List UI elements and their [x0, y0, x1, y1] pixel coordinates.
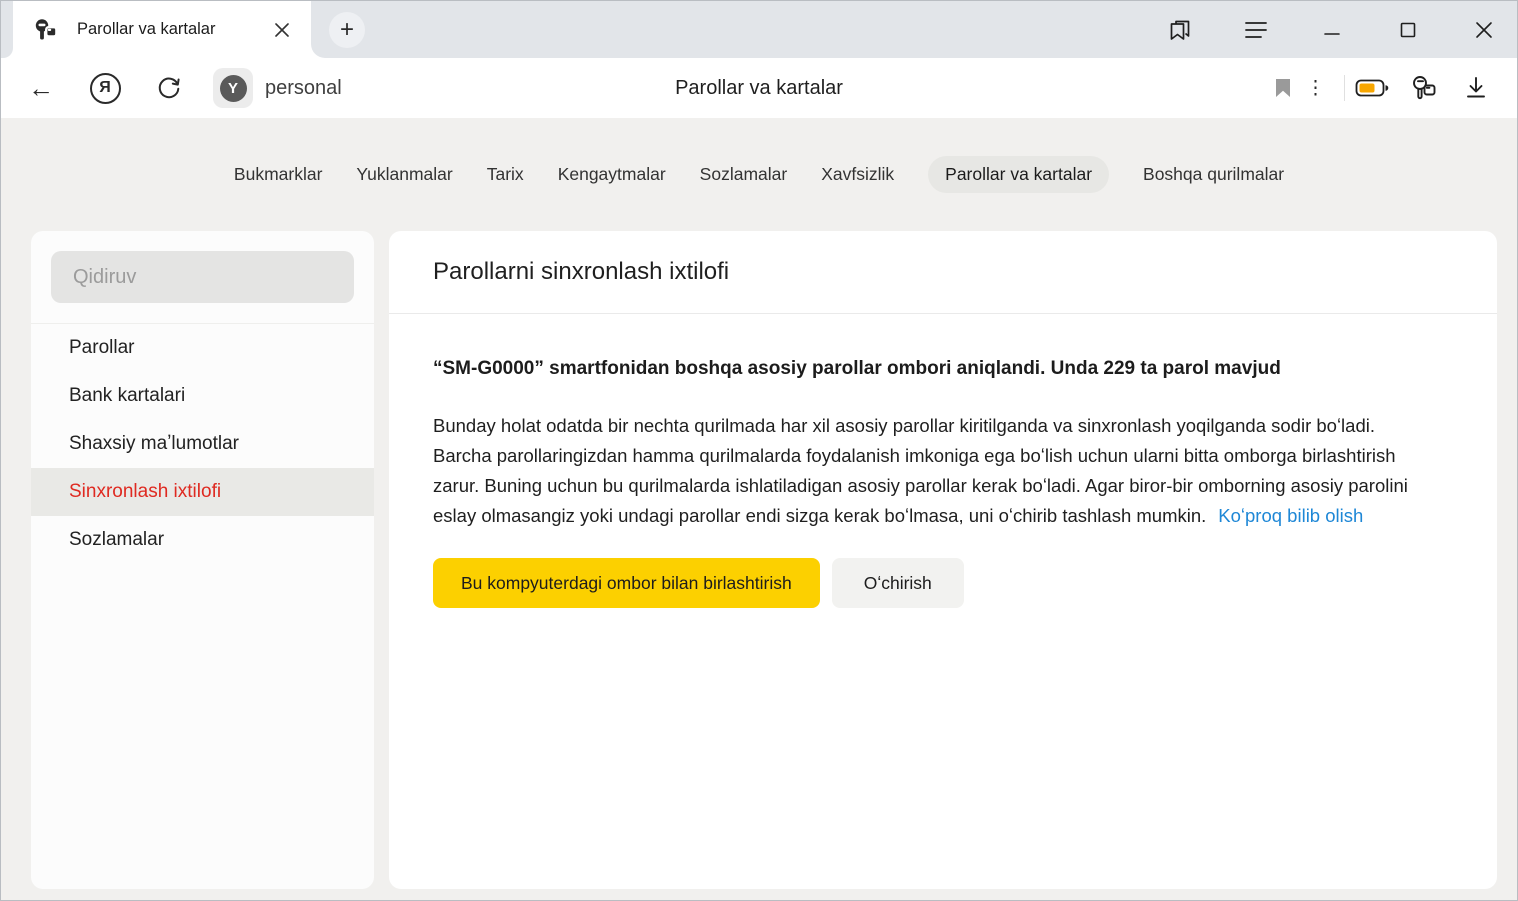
- passwords-key-favicon-icon: [33, 17, 59, 43]
- sidebar-item-settings[interactable]: Sozlamalar: [31, 516, 374, 564]
- search-box: [51, 251, 354, 303]
- sidebar-item-label: Sinxronlash ixtilofi: [69, 481, 221, 503]
- conflict-paragraph-1: Bunday holat odatda bir nechta qurilmada…: [433, 411, 1437, 441]
- nav-tab-bookmarks[interactable]: Bukmarklar: [234, 156, 323, 193]
- battery-icon: [1355, 78, 1389, 98]
- sidebar: Parollar Bank kartalari Shaxsiy maʼlumot…: [31, 231, 374, 889]
- settings-nav-row: Bukmarklar Yuklanmalar Tarix Kengaytmala…: [1, 118, 1517, 231]
- nav-tab-settings[interactable]: Sozlamalar: [700, 156, 788, 193]
- profile-chip[interactable]: Y personal: [213, 68, 342, 108]
- window-close-icon[interactable]: [1469, 15, 1499, 45]
- kebab-icon: ⋮: [1306, 77, 1328, 100]
- download-icon: [1465, 76, 1487, 100]
- yandex-logo-icon: Я: [90, 73, 121, 104]
- tab-bar: Parollar va kartalar +: [1, 1, 1517, 58]
- conflict-heading: “SM-G0000” smartfonidan boshqa asosiy pa…: [433, 354, 1413, 384]
- action-buttons: Bu kompyuterdagi ombor bilan birlashtiri…: [433, 558, 1437, 608]
- tab-title: Parollar va kartalar: [77, 20, 267, 39]
- main-panel: Parollarni sinxronlash ixtilofi “SM-G000…: [389, 231, 1497, 889]
- settings-nav-tabs: Bukmarklar Yuklanmalar Tarix Kengaytmala…: [234, 156, 1284, 193]
- nav-tab-history[interactable]: Tarix: [487, 156, 524, 193]
- nav-tab-passwords-cards[interactable]: Parollar va kartalar: [928, 156, 1109, 193]
- main-header: Parollarni sinxronlash ixtilofi: [389, 231, 1497, 314]
- sidebar-item-sync-conflict[interactable]: Sinxronlash ixtilofi: [31, 468, 374, 516]
- nav-tab-security[interactable]: Xavfsizlik: [821, 156, 894, 193]
- profile-name: personal: [265, 77, 342, 100]
- window-minimize-icon[interactable]: [1317, 15, 1347, 45]
- downloads-button[interactable]: [1459, 71, 1493, 105]
- browser-window: Parollar va kartalar +: [0, 0, 1518, 901]
- more-options-button[interactable]: ⋮: [1300, 71, 1334, 105]
- learn-more-link[interactable]: Koʻproq bilib olish: [1218, 505, 1363, 526]
- sync-conflict-content: “SM-G0000” smartfonidan boshqa asosiy pa…: [389, 314, 1497, 608]
- reload-icon: [156, 75, 182, 101]
- nav-tab-downloads[interactable]: Yuklanmalar: [356, 156, 452, 193]
- browser-toolbar: Parollar va kartalar ← Я Y personal: [1, 58, 1517, 118]
- sidebar-item-bank-cards[interactable]: Bank kartalari: [31, 372, 374, 420]
- yandex-home-button[interactable]: Я: [87, 70, 123, 106]
- battery-button[interactable]: [1355, 71, 1389, 105]
- passwords-key-icon: [1410, 74, 1438, 102]
- merge-vault-button[interactable]: Bu kompyuterdagi ombor bilan birlashtiri…: [433, 558, 820, 608]
- conflict-description: Bunday holat odatda bir nechta qurilmada…: [433, 411, 1437, 531]
- toolbar-left-group: ← Я Y personal: [23, 68, 342, 108]
- nav-tab-extensions[interactable]: Kengaytmalar: [558, 156, 666, 193]
- sidebar-item-label: Bank kartalari: [69, 385, 185, 407]
- bookmark-button[interactable]: [1266, 71, 1300, 105]
- plus-icon: +: [340, 16, 354, 44]
- nav-tab-other-devices[interactable]: Boshqa qurilmalar: [1143, 156, 1284, 193]
- back-button[interactable]: ←: [23, 70, 59, 106]
- search-input[interactable]: [51, 251, 354, 303]
- back-arrow-icon: ←: [28, 75, 54, 101]
- window-maximize-icon[interactable]: [1393, 15, 1423, 45]
- browser-tab[interactable]: Parollar va kartalar: [13, 1, 311, 58]
- menu-hamburger-icon[interactable]: [1241, 15, 1271, 45]
- sidebar-item-label: Shaxsiy maʼlumotlar: [69, 433, 239, 455]
- sidebar-item-passwords[interactable]: Parollar: [31, 324, 374, 372]
- window-controls: [1165, 1, 1499, 58]
- section-title: Parollarni sinxronlash ixtilofi: [433, 258, 729, 286]
- sidebar-list: Parollar Bank kartalari Shaxsiy maʼlumot…: [31, 323, 374, 564]
- tab-close-icon[interactable]: [267, 15, 297, 45]
- tab-panels-icon[interactable]: [1165, 15, 1195, 45]
- sidebar-item-personal-data[interactable]: Shaxsiy maʼlumotlar: [31, 420, 374, 468]
- profile-avatar: Y: [220, 75, 247, 102]
- sidebar-item-label: Parollar: [69, 337, 134, 359]
- passwords-manager-button[interactable]: [1407, 71, 1441, 105]
- bookmark-icon: [1275, 78, 1291, 98]
- profile-avatar-frame: Y: [213, 68, 253, 108]
- delete-vault-button[interactable]: Oʻchirish: [832, 558, 964, 608]
- new-tab-button[interactable]: +: [329, 12, 365, 48]
- reload-button[interactable]: [151, 70, 187, 106]
- toolbar-divider: [1344, 75, 1345, 101]
- toolbar-right-group: ⋮: [1266, 71, 1493, 105]
- tabbar-background-left: [1, 1, 13, 58]
- sidebar-item-label: Sozlamalar: [69, 529, 164, 551]
